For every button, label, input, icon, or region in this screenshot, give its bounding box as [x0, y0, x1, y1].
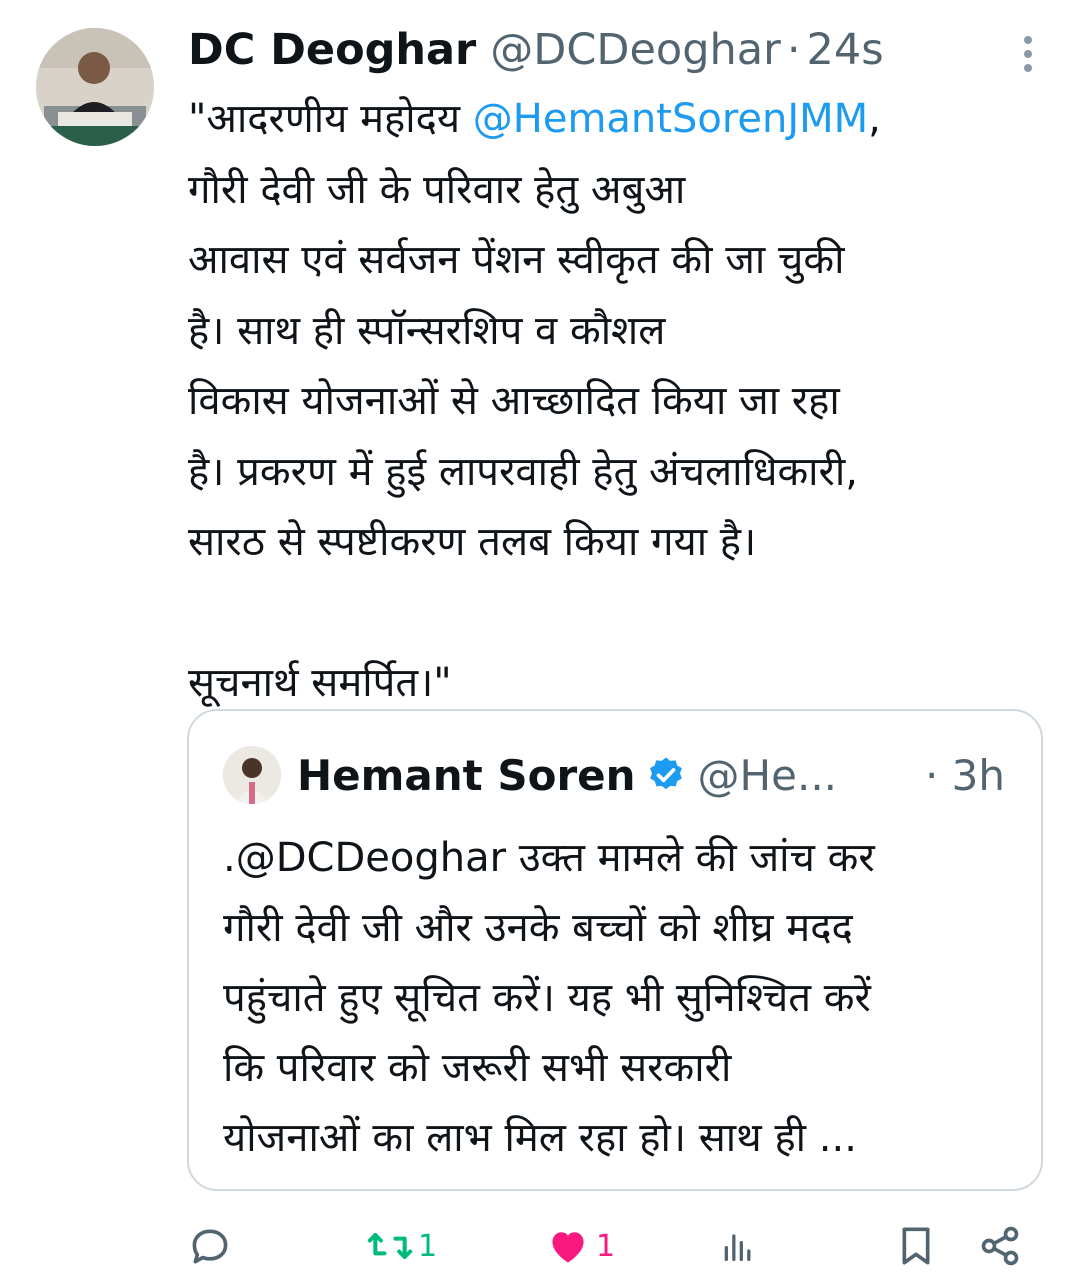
like-button[interactable]: 1: [546, 1222, 615, 1270]
quoted-tweet-time: · 3h: [925, 751, 1005, 800]
tweet-header: DC Deoghar @DCDeoghar · 24s: [188, 22, 1046, 78]
retweet-icon: [366, 1224, 414, 1268]
tweet-text-rest: , गौरी देवी जी के परिवार हेतु अबुआ आवास …: [188, 96, 881, 706]
retweet-count: 1: [418, 1228, 438, 1264]
author-avatar[interactable]: [36, 28, 154, 146]
bookmark-button[interactable]: [896, 1222, 936, 1270]
more-vertical-icon[interactable]: [1020, 34, 1036, 74]
like-heart-icon: [546, 1224, 590, 1268]
views-button[interactable]: [718, 1222, 758, 1270]
bookmark-icon: [896, 1224, 936, 1268]
author-handle[interactable]: @DCDeoghar: [490, 25, 781, 75]
tweet-time[interactable]: 24s: [807, 25, 884, 75]
share-icon: [978, 1224, 1022, 1268]
quoted-tweet-body: .@DCDeoghar उक्त मामले की जांच कर गौरी द…: [223, 835, 875, 1161]
reply-icon: [188, 1224, 232, 1268]
tweet-text-intro: "आदरणीय महोदय: [188, 96, 473, 142]
quoted-author-name: Hemant Soren: [297, 750, 636, 800]
quoted-author-handle: @He...: [697, 750, 838, 800]
share-button[interactable]: [978, 1222, 1022, 1270]
tweet-action-bar: 1 1: [188, 1222, 1038, 1270]
tweet-body: "आदरणीय महोदय @HemantSorenJMM, गौरी देवी…: [188, 84, 1048, 719]
quoted-tweet-header: Hemant Soren @He... · 3h: [223, 745, 1005, 805]
quoted-author-avatar: [223, 746, 281, 804]
verified-badge-icon: [646, 755, 686, 795]
separator-dot: ·: [786, 25, 801, 75]
views-icon: [718, 1226, 758, 1266]
quoted-separator-dot: ·: [924, 750, 939, 800]
quoted-time-value: 3h: [951, 750, 1005, 800]
reply-button[interactable]: [188, 1222, 232, 1270]
author-name[interactable]: DC Deoghar: [188, 25, 476, 75]
mention-link[interactable]: @HemantSorenJMM: [473, 96, 868, 142]
like-count: 1: [596, 1228, 616, 1264]
quoted-tweet-card[interactable]: Hemant Soren @He... · 3h .@DCDeoghar उक्…: [187, 709, 1043, 1191]
retweet-button[interactable]: 1: [366, 1222, 437, 1270]
